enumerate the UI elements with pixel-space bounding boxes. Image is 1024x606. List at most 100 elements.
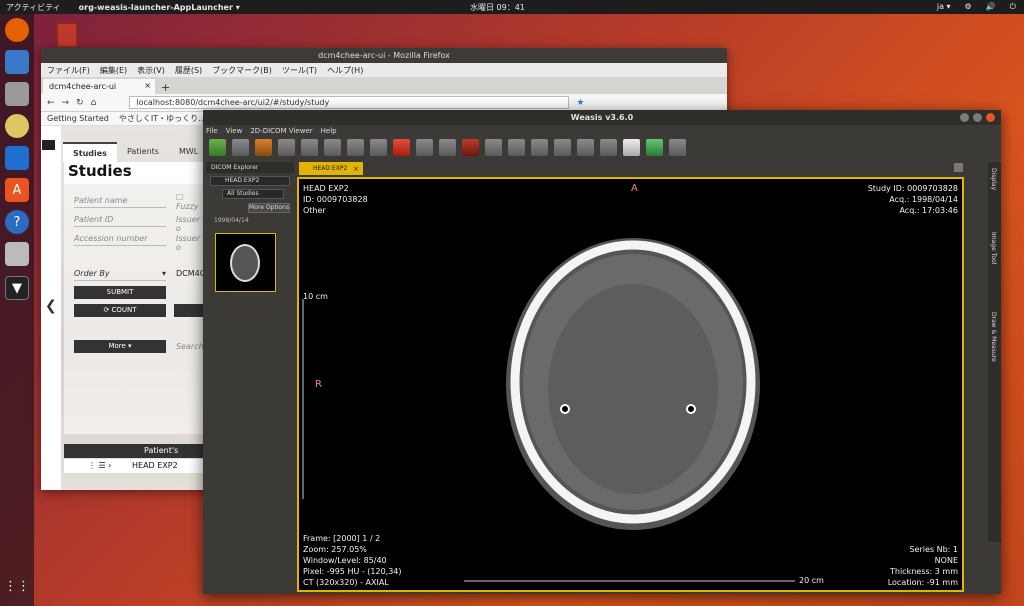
forward-icon[interactable]: → <box>62 98 70 108</box>
files-icon[interactable] <box>5 82 29 106</box>
back-icon[interactable]: ← <box>47 98 55 108</box>
import-icon[interactable] <box>209 138 226 156</box>
order-by-select[interactable]: Order By ▾ <box>74 269 166 281</box>
layout-icon[interactable] <box>954 163 963 172</box>
undo-icon[interactable] <box>393 138 410 156</box>
menu-2d-viewer[interactable]: 2D-DICOM Viewer <box>250 127 312 135</box>
annotation-icon[interactable] <box>508 138 525 156</box>
patient-select[interactable]: HEAD EXP2 <box>210 176 290 186</box>
rotate-icon[interactable] <box>669 138 686 156</box>
image-tool-panel-tab[interactable]: Image Tool <box>990 232 997 264</box>
close-tab-icon[interactable]: × <box>353 163 359 176</box>
pan-icon[interactable] <box>439 138 456 156</box>
menu-tools[interactable]: ツール(T) <box>282 65 317 76</box>
view-tab[interactable]: HEAD EXP2 × <box>299 162 363 175</box>
power-icon[interactable]: ⏻ <box>1010 2 1016 12</box>
menu-help[interactable]: ヘルプ(H) <box>327 65 363 76</box>
scroll-slider[interactable] <box>969 162 983 542</box>
export-icon[interactable] <box>255 138 272 156</box>
print-icon[interactable] <box>278 138 295 156</box>
menu-file[interactable]: File <box>206 127 218 135</box>
more-button[interactable]: More ▾ <box>74 340 166 353</box>
menu-file[interactable]: ファイル(F) <box>47 65 90 76</box>
filter-icon[interactable] <box>600 138 617 156</box>
patient-sex: Other <box>303 206 326 215</box>
patient-id-input[interactable]: Patient ID <box>74 215 166 227</box>
new-tab-button[interactable]: + <box>161 81 170 94</box>
close-icon[interactable]: × <box>144 81 151 90</box>
more-options-button[interactable]: More Options <box>248 203 290 213</box>
bookmark-star-icon[interactable]: ★ <box>576 98 584 108</box>
firefox-icon[interactable] <box>5 18 29 42</box>
issuer-accession-input[interactable]: Issuer o <box>176 234 204 252</box>
display-panel-tab[interactable]: Display <box>990 168 997 190</box>
dicom-canvas[interactable]: HEAD EXP2 ID: 0009703828 Other Study ID:… <box>297 177 964 592</box>
bookmark-getting-started[interactable]: Getting Started <box>47 114 109 123</box>
activities-button[interactable]: アクティビティ <box>6 2 61 13</box>
weasis-icon[interactable]: ▼ <box>5 276 29 300</box>
thunderbird-icon[interactable] <box>5 50 29 74</box>
tab-studies[interactable]: Studies <box>63 142 117 162</box>
maximize-button[interactable] <box>973 113 982 122</box>
close-button[interactable] <box>986 113 995 122</box>
reset-icon[interactable] <box>462 138 479 156</box>
rhythmbox-icon[interactable] <box>5 114 29 138</box>
table-row[interactable]: ⋮ ☰ › HEAD EXP2 <box>64 459 204 473</box>
settings-icon[interactable] <box>324 138 341 156</box>
row-menu-icon[interactable]: ⋮ ☰ › <box>88 461 111 470</box>
clock[interactable]: 水曜日 09：41 <box>470 2 525 13</box>
lut-icon[interactable] <box>577 138 594 156</box>
search-input[interactable]: Search <box>176 342 204 351</box>
mpr-icon[interactable] <box>646 138 663 156</box>
hamburger-icon[interactable] <box>42 140 55 150</box>
screenshot-icon[interactable] <box>5 242 29 266</box>
tab-patients[interactable]: Patients <box>117 142 169 162</box>
help-icon[interactable]: ? <box>5 210 29 234</box>
flip-icon[interactable] <box>623 138 640 156</box>
reload-icon[interactable]: ↻ <box>76 98 84 108</box>
window-level-icon[interactable] <box>416 138 433 156</box>
writer-icon[interactable] <box>5 146 29 170</box>
show-apps-icon[interactable]: ⋮⋮ <box>4 574 30 598</box>
extra-button[interactable] <box>174 304 204 317</box>
lens-icon[interactable] <box>485 138 502 156</box>
top-panel: アクティビティ org-weasis-launcher-AppLauncher … <box>0 0 1024 14</box>
studies-select[interactable]: All Studies <box>222 189 284 199</box>
zoom-icon[interactable] <box>301 138 318 156</box>
sync-icon[interactable] <box>370 138 387 156</box>
patient-name-input[interactable]: Patient name <box>74 196 166 208</box>
study-date: 1998/04/14 <box>214 217 249 224</box>
issuer-input[interactable]: Issuer o <box>176 215 204 233</box>
app-menu[interactable]: org-weasis-launcher-AppLauncher ▾ <box>79 3 240 12</box>
menu-view[interactable]: 表示(V) <box>137 65 165 76</box>
bookmark-yasashiku[interactable]: やさしくIT・ゆっくり... <box>119 113 206 124</box>
copy-icon[interactable] <box>531 138 548 156</box>
browser-tab[interactable]: dcm4chee-arc-ui × <box>43 79 155 94</box>
url-bar[interactable]: localhost:8080/dcm4chee-arc/ui2/#/study/… <box>129 96 570 109</box>
home-icon[interactable]: ⌂ <box>91 98 97 108</box>
view-tab-label: HEAD EXP2 <box>313 165 348 172</box>
chevron-left-icon[interactable]: ❮ <box>45 298 57 314</box>
layout-grid-icon[interactable] <box>347 138 364 156</box>
accession-input[interactable]: Accession number <box>74 234 166 246</box>
menu-edit[interactable]: 編集(E) <box>100 65 127 76</box>
draw-measure-panel-tab[interactable]: Draw & Measure <box>990 312 997 362</box>
tab-label: dcm4chee-arc-ui <box>49 82 117 91</box>
network-icon[interactable]: ⚙ <box>965 2 972 12</box>
submit-button[interactable]: SUBMIT <box>74 286 166 299</box>
menu-help[interactable]: Help <box>321 127 337 135</box>
menu-bookmarks[interactable]: ブックマーク(B) <box>212 65 272 76</box>
volume-icon[interactable]: 🔊 <box>986 2 996 12</box>
count-button[interactable]: ⟳ COUNT <box>74 304 166 317</box>
software-icon[interactable]: A <box>5 178 29 202</box>
minimize-button[interactable] <box>960 113 969 122</box>
overlay-top-left: HEAD EXP2 ID: 0009703828 Other <box>303 183 368 216</box>
menu-history[interactable]: 履歴(S) <box>175 65 202 76</box>
import-folder-icon[interactable] <box>232 138 249 156</box>
invert-lut-icon[interactable] <box>554 138 571 156</box>
series-thumbnail[interactable] <box>215 233 276 292</box>
fuzzy-checkbox[interactable]: ☐ Fuzzy <box>176 193 204 211</box>
trash-icon[interactable] <box>56 22 78 48</box>
menu-view[interactable]: View <box>226 127 243 135</box>
language-indicator[interactable]: ja ▾ <box>937 2 951 12</box>
